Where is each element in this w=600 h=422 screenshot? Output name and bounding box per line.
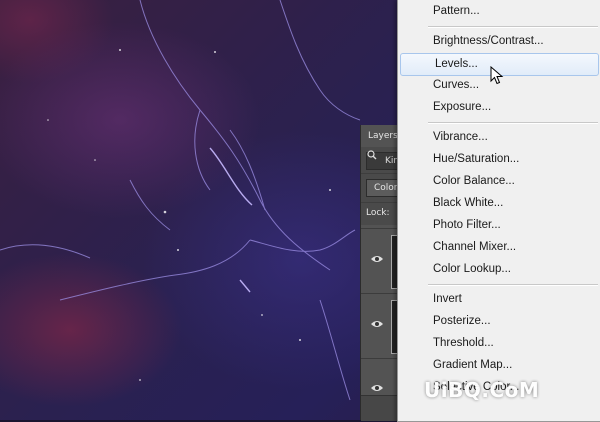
menu-item-label: Hue/Saturation...: [433, 153, 520, 165]
adjustment-layer-menu: Pattern... Brightness/Contrast... Levels..…: [397, 0, 600, 422]
menu-item[interactable]: Threshold...: [399, 333, 600, 354]
eye-icon[interactable]: [370, 319, 384, 329]
menu-item[interactable]: Pattern...: [399, 1, 600, 22]
menu-item[interactable]: Vibrance...: [399, 127, 600, 148]
watermark-text: UiBQ.CoM: [424, 378, 540, 402]
menu-item-label: Brightness/Contrast...: [433, 35, 544, 47]
menu-item[interactable]: Color Lookup...: [399, 259, 600, 280]
menu-item-label: Black White...: [433, 197, 504, 209]
menu-item-label: Color Balance...: [433, 175, 515, 187]
menu-item[interactable]: Brightness/Contrast...: [399, 31, 600, 52]
menu-separator: [428, 122, 598, 124]
menu-item[interactable]: Invert: [399, 289, 600, 310]
menu-item[interactable]: Hue/Saturation...: [399, 149, 600, 170]
menu-separator: [428, 26, 598, 28]
eye-icon[interactable]: [370, 254, 384, 264]
menu-separator: [428, 284, 598, 286]
menu-item-label: Threshold...: [433, 337, 494, 349]
menu-item[interactable]: Channel Mixer...: [399, 237, 600, 258]
menu-item[interactable]: Photo Filter...: [399, 215, 600, 236]
menu-item-label: Photo Filter...: [433, 219, 501, 231]
menu-item-label: Vibrance...: [433, 131, 488, 143]
menu-item-label: Exposure...: [433, 101, 492, 113]
mouse-cursor-icon: [490, 66, 504, 85]
menu-item-label: Curves...: [433, 79, 480, 91]
search-icon: [367, 150, 377, 160]
menu-item-label: Channel Mixer...: [433, 241, 517, 253]
menu-item[interactable]: Gradient Map...: [399, 355, 600, 376]
menu-item-label: Posterize...: [433, 315, 491, 327]
menu-item-label: Pattern...: [433, 5, 480, 17]
eye-icon[interactable]: [370, 383, 384, 393]
tab-layers[interactable]: Layers: [361, 125, 399, 147]
menu-item-label: Gradient Map...: [433, 359, 513, 371]
menu-item-label: Color Lookup...: [433, 263, 511, 275]
menu-item-label: Invert: [433, 293, 462, 305]
menu-item[interactable]: Posterize...: [399, 311, 600, 332]
menu-item[interactable]: Color Balance...: [399, 171, 600, 192]
menu-item-label: Levels...: [435, 58, 478, 70]
menu-item[interactable]: Exposure...: [399, 97, 600, 118]
menu-item[interactable]: Black White...: [399, 193, 600, 214]
lock-label: Lock:: [366, 208, 390, 218]
